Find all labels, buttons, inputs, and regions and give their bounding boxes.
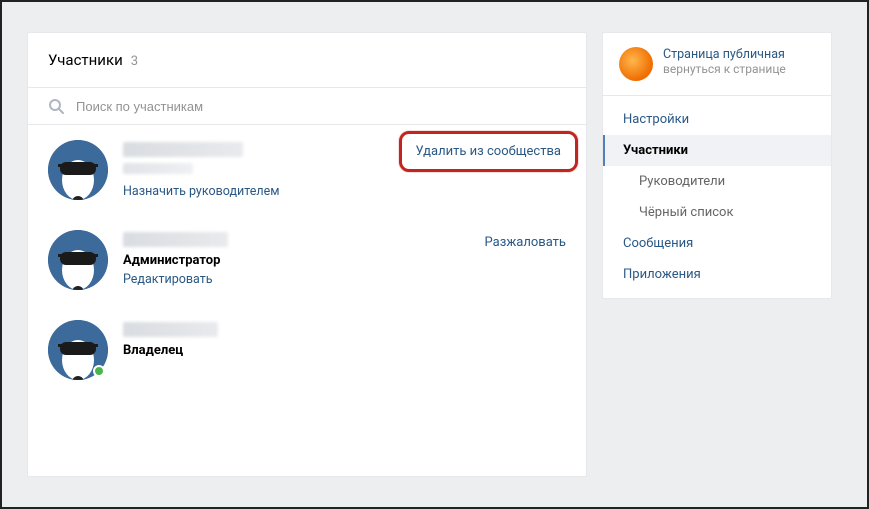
member-name[interactable] bbox=[123, 232, 228, 247]
back-to-page-link[interactable]: вернуться к странице bbox=[663, 62, 786, 76]
avatar[interactable] bbox=[48, 140, 108, 200]
member-role: Владелец bbox=[123, 343, 566, 358]
avatar[interactable] bbox=[48, 230, 108, 290]
remove-from-community-button[interactable]: Удалить из сообщества bbox=[399, 131, 578, 172]
assign-manager-link[interactable]: Назначить руководителем bbox=[123, 184, 566, 199]
member-row: Назначить руководителем Удалить из сообщ… bbox=[28, 125, 586, 215]
members-count: 3 bbox=[131, 54, 138, 69]
panel-header: Участники 3 bbox=[28, 33, 586, 88]
community-name-link[interactable]: Страница публичная bbox=[663, 47, 786, 62]
community-header: Страница публичная вернуться к странице bbox=[603, 33, 831, 96]
members-list: Назначить руководителем Удалить из сообщ… bbox=[28, 125, 586, 395]
member-body: Владелец bbox=[123, 320, 566, 362]
sidebar-item-apps[interactable]: Приложения bbox=[603, 259, 831, 290]
sidebar-item-settings[interactable]: Настройки bbox=[603, 104, 831, 135]
demote-link[interactable]: Разжаловать bbox=[485, 235, 566, 250]
member-subtext bbox=[123, 163, 193, 174]
community-info: Страница публичная вернуться к странице bbox=[663, 47, 786, 81]
member-role: Администратор bbox=[123, 253, 566, 268]
sidebar: Страница публичная вернуться к странице … bbox=[602, 32, 832, 299]
sidebar-item-members[interactable]: Участники bbox=[603, 135, 831, 166]
page-title: Участники bbox=[48, 51, 123, 69]
members-panel: Участники 3 Назначить руководителем Удал bbox=[27, 32, 587, 477]
member-name[interactable] bbox=[123, 322, 218, 337]
avatar-wrap bbox=[48, 320, 108, 380]
member-row: Администратор Редактировать Разжаловать bbox=[28, 215, 586, 305]
member-row: Владелец bbox=[28, 305, 586, 395]
member-name[interactable] bbox=[123, 142, 243, 157]
search-row[interactable] bbox=[28, 88, 586, 125]
sidebar-subitem-managers[interactable]: Руководители bbox=[603, 166, 831, 197]
search-input[interactable] bbox=[76, 99, 566, 114]
edit-manager-link[interactable]: Редактировать bbox=[123, 272, 566, 287]
sidebar-item-messages[interactable]: Сообщения bbox=[603, 228, 831, 259]
sidebar-subitem-blacklist[interactable]: Чёрный список bbox=[603, 197, 831, 228]
online-indicator bbox=[93, 365, 105, 377]
search-icon bbox=[48, 98, 64, 114]
community-avatar[interactable] bbox=[619, 47, 653, 81]
sidebar-menu: Настройки Участники Руководители Чёрный … bbox=[603, 96, 831, 298]
